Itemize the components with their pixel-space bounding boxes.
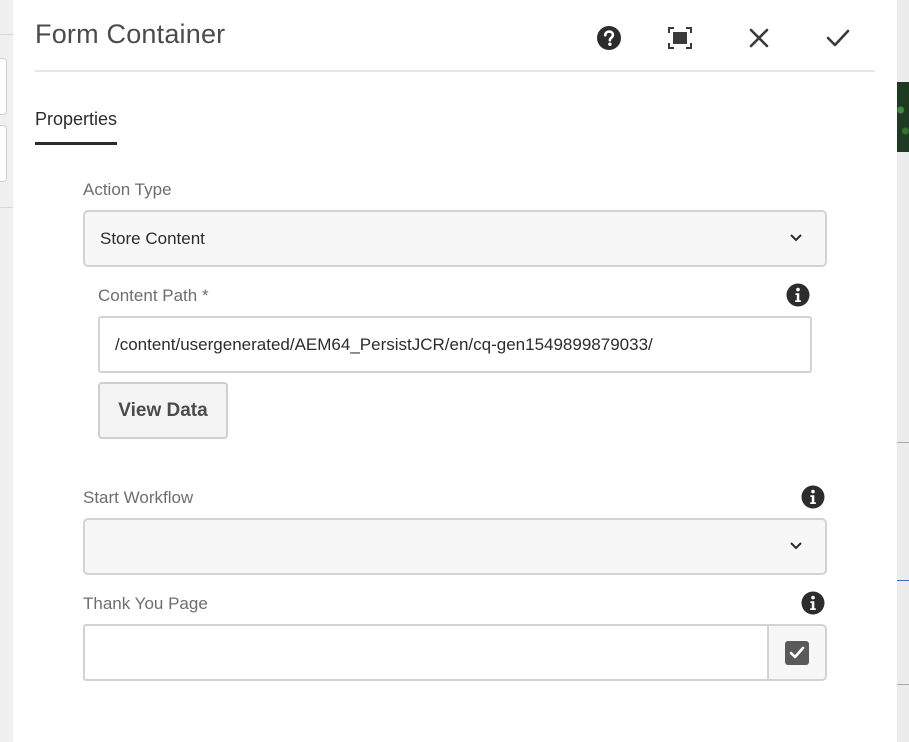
background-left-edge — [0, 0, 13, 742]
start-workflow-label: Start Workflow — [83, 488, 194, 507]
tab-properties[interactable]: Properties — [35, 109, 118, 145]
background-field — [0, 125, 7, 182]
content-path-value: /content/usergenerated/AEM64_PersistJCR/… — [115, 334, 653, 354]
close-icon — [749, 28, 769, 48]
content-path-input[interactable]: /content/usergenerated/AEM64_PersistJCR/… — [98, 316, 812, 373]
info-icon[interactable] — [801, 591, 825, 615]
action-type-value: Store Content — [100, 228, 205, 248]
chevron-down-icon — [790, 541, 802, 549]
background-divider — [897, 442, 909, 443]
action-type-label: Action Type — [83, 180, 172, 199]
background-divider — [0, 207, 13, 208]
dialog-title: Form Container — [35, 19, 226, 49]
info-icon[interactable] — [801, 485, 825, 509]
background-field — [0, 58, 7, 115]
fullscreen-button[interactable] — [662, 20, 698, 56]
check-icon — [826, 29, 850, 47]
help-button[interactable] — [591, 20, 627, 56]
thank-you-page-label: Thank You Page — [83, 594, 208, 613]
background-divider — [897, 684, 909, 685]
dialog-header: Form Container — [35, 0, 875, 72]
fullscreen-icon — [668, 27, 692, 49]
help-icon — [597, 26, 621, 50]
done-button[interactable] — [820, 20, 856, 56]
form-container-dialog: Form Container Properties Action Type St… — [13, 0, 897, 742]
action-type-select[interactable]: Store Content — [83, 210, 827, 267]
content-path-label: Content Path * — [98, 286, 209, 305]
background-divider — [897, 580, 909, 581]
background-divider — [0, 34, 13, 35]
view-data-button[interactable]: View Data — [98, 382, 228, 439]
path-picker-button[interactable] — [767, 624, 827, 681]
chevron-down-icon — [790, 233, 802, 241]
background-image — [897, 82, 909, 152]
start-workflow-select[interactable] — [83, 518, 827, 575]
background-right-edge — [897, 0, 909, 742]
close-button[interactable] — [741, 20, 777, 56]
thank-you-page-input[interactable] — [83, 624, 769, 681]
info-icon[interactable] — [786, 283, 810, 307]
checkbox-icon — [785, 640, 809, 665]
